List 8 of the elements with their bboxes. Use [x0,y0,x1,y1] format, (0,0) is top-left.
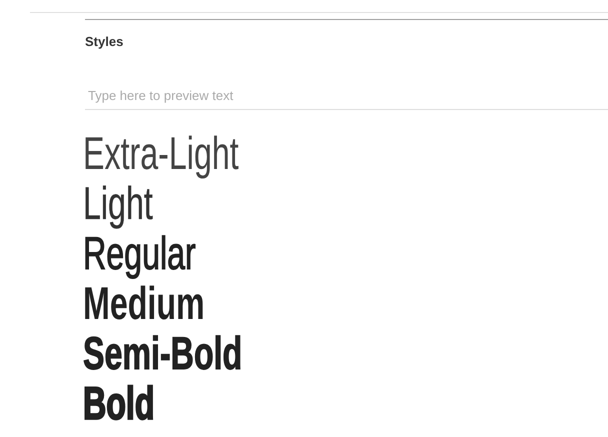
section-title: Styles [85,34,124,50]
style-sample: Bold [83,378,155,428]
style-sample: Extra-Light [83,128,239,178]
style-sample: Medium [83,278,205,328]
preview-text-field[interactable]: Type here to preview text [85,86,608,110]
style-sample: Semi-Bold [83,328,242,378]
style-sample: Regular [83,228,196,278]
style-sample: Light [83,178,153,228]
